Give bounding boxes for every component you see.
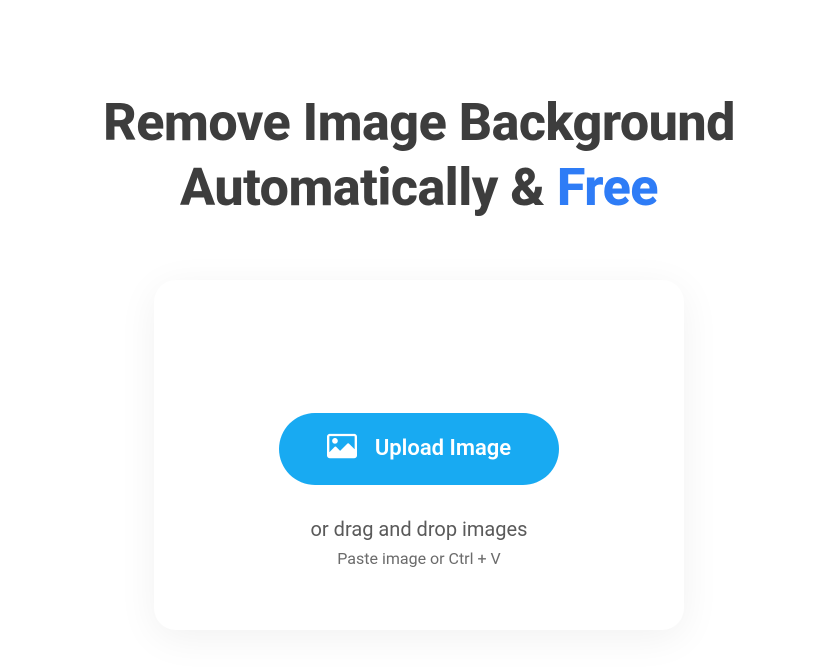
paste-hint-text: Paste image or Ctrl + V: [337, 549, 500, 568]
page-heading: Remove Image Background Automatically & …: [103, 90, 735, 220]
upload-card[interactable]: Upload Image or drag and drop images Pas…: [154, 280, 684, 630]
heading-line2-prefix: Automatically &: [180, 157, 557, 218]
upload-button-label: Upload Image: [375, 436, 511, 461]
heading-line1: Remove Image Background: [103, 92, 735, 153]
upload-image-button[interactable]: Upload Image: [279, 413, 559, 485]
heading-highlight: Free: [557, 157, 658, 218]
drag-drop-text: or drag and drop images: [311, 517, 528, 541]
image-icon: [327, 433, 357, 465]
